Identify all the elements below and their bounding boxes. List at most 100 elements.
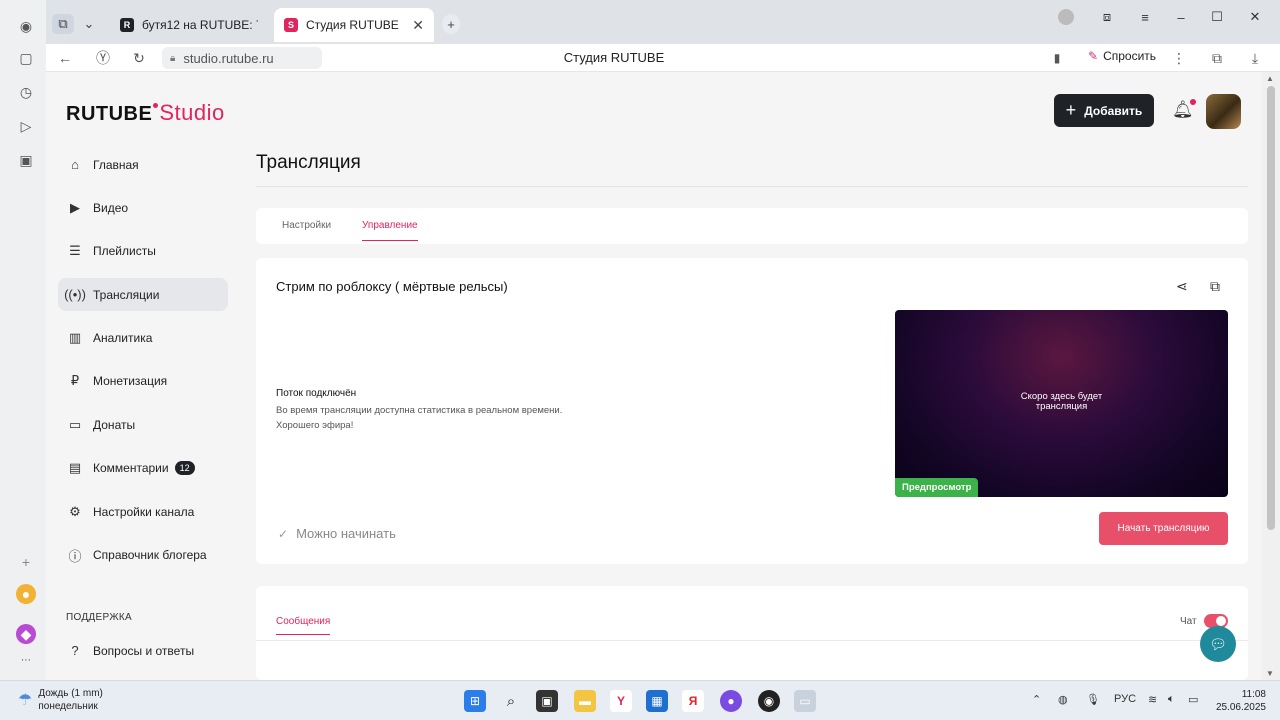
tab-rutube-video[interactable]: R бутя12 на RUTUBE: 74 вид (110, 8, 268, 42)
external-link-icon[interactable]: ⧉ (1210, 278, 1220, 295)
wifi-icon[interactable]: ≋ (1148, 693, 1157, 706)
file-explorer-icon[interactable]: ▬ (574, 690, 596, 712)
tab-management[interactable]: Управление (362, 220, 418, 241)
stream-preview[interactable]: Скоро здесь будет трансляция Предпросмот… (895, 310, 1228, 497)
play-icon[interactable]: ▷ (16, 116, 36, 136)
close-window-icon[interactable]: ✕ (1242, 8, 1268, 26)
sidebar-panel-icon[interactable]: ▢ (16, 48, 36, 68)
stream-title: Стрим по роблоксу ( мёртвые рельсы) (276, 279, 508, 294)
start-menu-icon[interactable]: ⊞ (464, 690, 486, 712)
weather-widget[interactable]: ☂ Дождь (1 mm) понедельник (18, 687, 103, 713)
analytics-icon: ▥ (68, 330, 82, 346)
search-icon[interactable]: ⌕ (500, 690, 522, 712)
sidebar-item-channel-settings[interactable]: ⚙ Настройки канала (58, 495, 228, 528)
back-icon[interactable]: ← (54, 48, 76, 68)
app-icon-gray[interactable]: ▭ (794, 690, 816, 712)
system-clock[interactable]: 11:08 25.06.2025 (1210, 688, 1266, 714)
tab-rutube-studio[interactable]: S Студия RUTUBE ✕ (274, 8, 434, 42)
collections-icon[interactable]: ⧈ (1094, 8, 1120, 26)
rutube-favicon-icon: R (120, 18, 134, 32)
tab-groups-icon[interactable]: ⧉ (52, 14, 74, 34)
support-nav: ? Вопросы и ответы (58, 634, 228, 677)
yandex-icon[interactable]: Ⓨ (92, 48, 114, 68)
extensions-icon[interactable]: ⧉ (1206, 48, 1228, 68)
sidebar-item-monetization[interactable]: ₽ Монетизация (58, 365, 228, 398)
rutube-studio-logo[interactable]: RUTUBE Studio (66, 100, 225, 126)
microphone-icon[interactable]: 🎙︎ (1086, 693, 1100, 706)
studio-sidebar: ⌂ Главная ▶ Видео ☰ Плейлисты ((•)) Тран… (58, 148, 228, 582)
info-icon: ⓘ (68, 548, 82, 564)
avatar[interactable] (1206, 94, 1241, 129)
chat-label: Чат (1180, 616, 1197, 627)
scroll-down-icon[interactable]: ▼ (1266, 669, 1274, 678)
obs-icon[interactable]: ◉ (758, 690, 780, 712)
reload-icon[interactable]: ↻ (128, 48, 150, 68)
ask-icon: ✎ (1088, 49, 1099, 63)
windows-taskbar: ☂ Дождь (1 mm) понедельник ⊞ ⌕ ▣ ▬ Y ▦ Я… (0, 680, 1280, 720)
share-icon[interactable]: ⋖ (1176, 278, 1188, 295)
sidebar-item-analytics[interactable]: ▥ Аналитика (58, 322, 228, 355)
page-scrollbar[interactable]: ▲ ▼ (1262, 72, 1280, 680)
start-broadcast-button[interactable]: Начать трансляцию (1099, 512, 1228, 545)
app-icon-purple[interactable]: ◆ (16, 624, 36, 644)
bell-icon[interactable]: 🔔︎ (1172, 99, 1196, 120)
history-icon[interactable]: ◷ (16, 82, 36, 102)
language-indicator[interactable]: РУС (1114, 693, 1136, 705)
sidebar-item-blogger-guide[interactable]: ⓘ Справочник блогера (58, 539, 228, 572)
tab-settings[interactable]: Настройки (282, 220, 331, 231)
scrollbar-thumb[interactable] (1267, 86, 1275, 530)
ready-status: ✓ Можно начинать (278, 526, 396, 541)
ask-button[interactable]: ✎ Спросить (1088, 49, 1156, 63)
toggle-knob (1216, 616, 1226, 626)
title-divider (256, 186, 1248, 187)
add-button[interactable]: + Добавить (1054, 94, 1154, 127)
yandex-icon-taskbar[interactable]: Я (682, 690, 704, 712)
more-vertical-icon[interactable]: ⋮ (1168, 48, 1190, 68)
sidebar-item-video[interactable]: ▶ Видео (58, 191, 228, 224)
active-tab-underline (362, 240, 418, 241)
battery-icon[interactable]: ▭ (1188, 693, 1198, 706)
support-chat-button[interactable]: 💬︎ (1200, 626, 1236, 662)
store-icon[interactable]: ▦ (646, 690, 668, 712)
app-icon-yellow[interactable]: ● (16, 584, 36, 604)
volume-icon[interactable]: 🔈︎ (1168, 693, 1175, 706)
check-icon: ✓ (278, 526, 289, 541)
sidebar-item-home[interactable]: ⌂ Главная (58, 148, 228, 181)
studio-page: RUTUBE Studio + Добавить 🔔︎ ⌂ Главная ▶ В… (46, 72, 1262, 680)
close-tab-icon[interactable]: ✕ (412, 17, 424, 34)
sidebar-item-comments[interactable]: ▤ Комментарии 12 (58, 452, 228, 485)
bookmark-icon[interactable]: ▮ (1046, 48, 1068, 68)
maximize-icon[interactable]: ☐ (1204, 8, 1230, 26)
comments-icon: ▤ (68, 460, 82, 476)
screenshot-icon[interactable]: ▣ (16, 150, 36, 170)
profile-icon[interactable] (1058, 9, 1074, 25)
sidebar-item-playlists[interactable]: ☰ Плейлисты (58, 235, 228, 268)
tray-app-icon[interactable]: ◍ (1058, 693, 1068, 706)
plus-icon: + (1065, 100, 1077, 120)
page-title: Трансляция (256, 152, 361, 173)
yandex-browser-icon[interactable]: Y (610, 690, 632, 712)
scroll-up-icon[interactable]: ▲ (1266, 74, 1274, 83)
url-field[interactable]: 🔒︎ studio.rutube.ru (162, 47, 322, 69)
support-heading: ПОДДЕРЖКА (66, 612, 132, 623)
messages-tab-underline (276, 634, 331, 635)
browser-logo-icon[interactable]: ◉ (16, 16, 36, 36)
task-view-icon[interactable]: ▣ (536, 690, 558, 712)
add-panel-icon[interactable]: + (16, 552, 36, 572)
stream-status-description: Во время трансляции доступна статистика … (276, 405, 563, 416)
gear-icon: ⚙ (69, 503, 81, 519)
tab-messages[interactable]: Сообщения (276, 616, 331, 635)
alice-icon[interactable]: ● (720, 690, 742, 712)
menu-icon[interactable]: ≡ (1132, 8, 1158, 26)
new-tab-icon[interactable]: + (442, 14, 460, 34)
tab-list-chevron-icon[interactable]: ⌄ (80, 14, 98, 34)
minimize-icon[interactable]: – (1168, 8, 1194, 26)
sidebar-item-faq[interactable]: ? Вопросы и ответы (58, 634, 228, 667)
monetization-icon: ₽ (70, 373, 80, 389)
download-icon[interactable]: ⤓ (1244, 48, 1266, 68)
tray-chevron-icon[interactable]: ⌃ (1032, 693, 1041, 706)
sidebar-item-broadcasts[interactable]: ((•)) Трансляции (58, 278, 228, 312)
rain-icon: ☂ (18, 692, 33, 709)
sidebar-item-donates[interactable]: ▭ Донаты (58, 408, 228, 441)
more-icon[interactable]: ⋯ (16, 650, 36, 670)
